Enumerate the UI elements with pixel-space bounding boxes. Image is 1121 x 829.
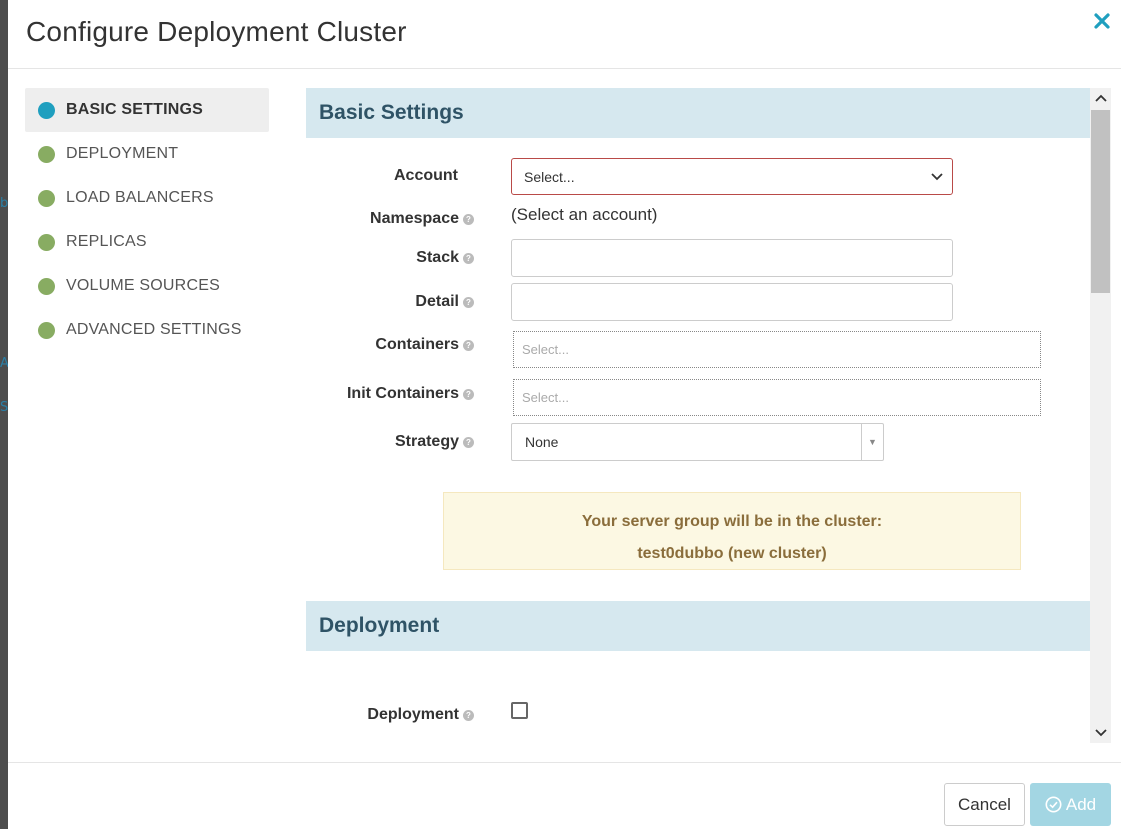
- cluster-notice: Your server group will be in the cluster…: [443, 492, 1021, 570]
- help-icon[interactable]: ?: [463, 296, 474, 308]
- strategy-value: None: [525, 434, 559, 450]
- namespace-label-text: Namespace: [370, 210, 459, 227]
- sidebar-item-label: DEPLOYMENT: [66, 145, 179, 162]
- help-icon[interactable]: ?: [463, 709, 474, 721]
- containers-row: Containers ? Select...: [306, 331, 1090, 369]
- help-icon[interactable]: ?: [463, 339, 474, 351]
- namespace-row: Namespace ? (Select an account): [306, 204, 1090, 232]
- help-icon[interactable]: ?: [463, 213, 474, 225]
- configure-cluster-modal: Configure Deployment Cluster BASIC SETTI…: [8, 0, 1121, 829]
- close-icon: [1094, 13, 1110, 29]
- modal-footer: Cancel Add: [8, 762, 1121, 829]
- strategy-label: Strategy ?: [395, 433, 474, 451]
- check-circle-icon: [1045, 796, 1062, 813]
- cluster-notice-line2: test0dubbo (new cluster): [637, 545, 827, 562]
- strategy-select[interactable]: None ▼: [511, 423, 884, 461]
- scroll-thumb[interactable]: [1091, 110, 1110, 293]
- containers-select[interactable]: Select...: [513, 331, 1041, 368]
- sidebar-item-volume-sources[interactable]: VOLUME SOURCES: [25, 264, 269, 308]
- complete-step-dot-icon: [38, 145, 55, 163]
- account-select-value: Select...: [524, 168, 575, 185]
- strategy-label-text: Strategy: [394, 433, 459, 450]
- sidebar-item-label: LOAD BALANCERS: [66, 189, 214, 206]
- init-containers-label: Init Containers ?: [347, 385, 474, 403]
- detail-label-text: Detail: [415, 293, 459, 310]
- detail-row: Detail ?: [306, 283, 1090, 321]
- deployment-checkbox[interactable]: [511, 702, 528, 719]
- help-icon[interactable]: ?: [463, 436, 474, 448]
- help-icon[interactable]: ?: [463, 388, 474, 400]
- current-step-dot-icon: [38, 101, 55, 119]
- form-content: Basic Settings Account Select... Namespa…: [306, 88, 1090, 743]
- init-containers-row: Init Containers ? Select...: [306, 379, 1090, 417]
- chevron-down-icon: [931, 173, 943, 181]
- detail-input[interactable]: [511, 283, 953, 321]
- namespace-value: (Select an account): [511, 205, 658, 224]
- strategy-row: Strategy ? None ▼: [306, 423, 1090, 461]
- sidebar-item-label: BASIC SETTINGS: [66, 101, 204, 118]
- sidebar-item-label: VOLUME SOURCES: [66, 277, 220, 294]
- detail-label: Detail ?: [415, 293, 474, 311]
- section-header-deployment: Deployment: [306, 601, 1090, 651]
- caret-down-icon: ▼: [861, 424, 883, 460]
- sidebar-item-load-balancers[interactable]: LOAD BALANCERS: [25, 176, 269, 220]
- add-button[interactable]: Add: [1030, 783, 1111, 826]
- stack-label: Stack ?: [416, 249, 474, 267]
- stack-label-text: Stack: [416, 249, 459, 266]
- account-select[interactable]: Select...: [511, 158, 953, 195]
- deployment-label: Deployment ?: [367, 706, 474, 724]
- modal-header: Configure Deployment Cluster: [8, 0, 1121, 69]
- chevron-down-icon: [1094, 729, 1107, 737]
- section-title: Basic Settings: [319, 101, 464, 124]
- backdrop: b A S: [0, 0, 9, 829]
- modal-title: Configure Deployment Cluster: [26, 16, 407, 47]
- containers-label-text: Containers: [375, 336, 459, 353]
- scroll-up-button[interactable]: [1090, 88, 1111, 108]
- scroll-down-button[interactable]: [1090, 723, 1111, 743]
- account-label: Account: [394, 167, 458, 184]
- stack-row: Stack ?: [306, 239, 1090, 277]
- cancel-button[interactable]: Cancel: [944, 783, 1025, 826]
- wizard-sidebar: BASIC SETTINGS DEPLOYMENT LOAD BALANCERS…: [25, 88, 269, 352]
- complete-step-dot-icon: [38, 277, 55, 295]
- complete-step-dot-icon: [38, 321, 55, 339]
- deployment-label-text: Deployment: [367, 706, 459, 723]
- stack-input[interactable]: [511, 239, 953, 277]
- sidebar-item-deployment[interactable]: DEPLOYMENT: [25, 132, 269, 176]
- init-containers-label-text: Init Containers: [346, 385, 459, 402]
- sidebar-item-label: ADVANCED SETTINGS: [66, 321, 242, 338]
- account-row: Account Select...: [306, 158, 1090, 196]
- sidebar-item-basic-settings[interactable]: BASIC SETTINGS: [25, 88, 269, 132]
- namespace-label: Namespace ?: [370, 210, 474, 228]
- sidebar-item-label: REPLICAS: [66, 233, 147, 250]
- sidebar-item-advanced-settings[interactable]: ADVANCED SETTINGS: [25, 308, 269, 352]
- complete-step-dot-icon: [38, 233, 55, 251]
- sidebar-item-replicas[interactable]: REPLICAS: [25, 220, 269, 264]
- containers-label: Containers ?: [375, 336, 474, 354]
- init-containers-select[interactable]: Select...: [513, 379, 1041, 416]
- complete-step-dot-icon: [38, 189, 55, 207]
- add-button-label: Add: [1065, 794, 1097, 814]
- cluster-notice-line1: Your server group will be in the cluster…: [581, 513, 883, 530]
- content-scrollbar[interactable]: [1090, 88, 1111, 743]
- help-icon[interactable]: ?: [463, 252, 474, 264]
- deployment-row: Deployment ?: [306, 701, 1090, 731]
- chevron-up-icon: [1094, 94, 1107, 102]
- close-button[interactable]: [1093, 12, 1113, 32]
- section-title: Deployment: [319, 614, 440, 637]
- section-header-basic-settings: Basic Settings: [306, 88, 1090, 138]
